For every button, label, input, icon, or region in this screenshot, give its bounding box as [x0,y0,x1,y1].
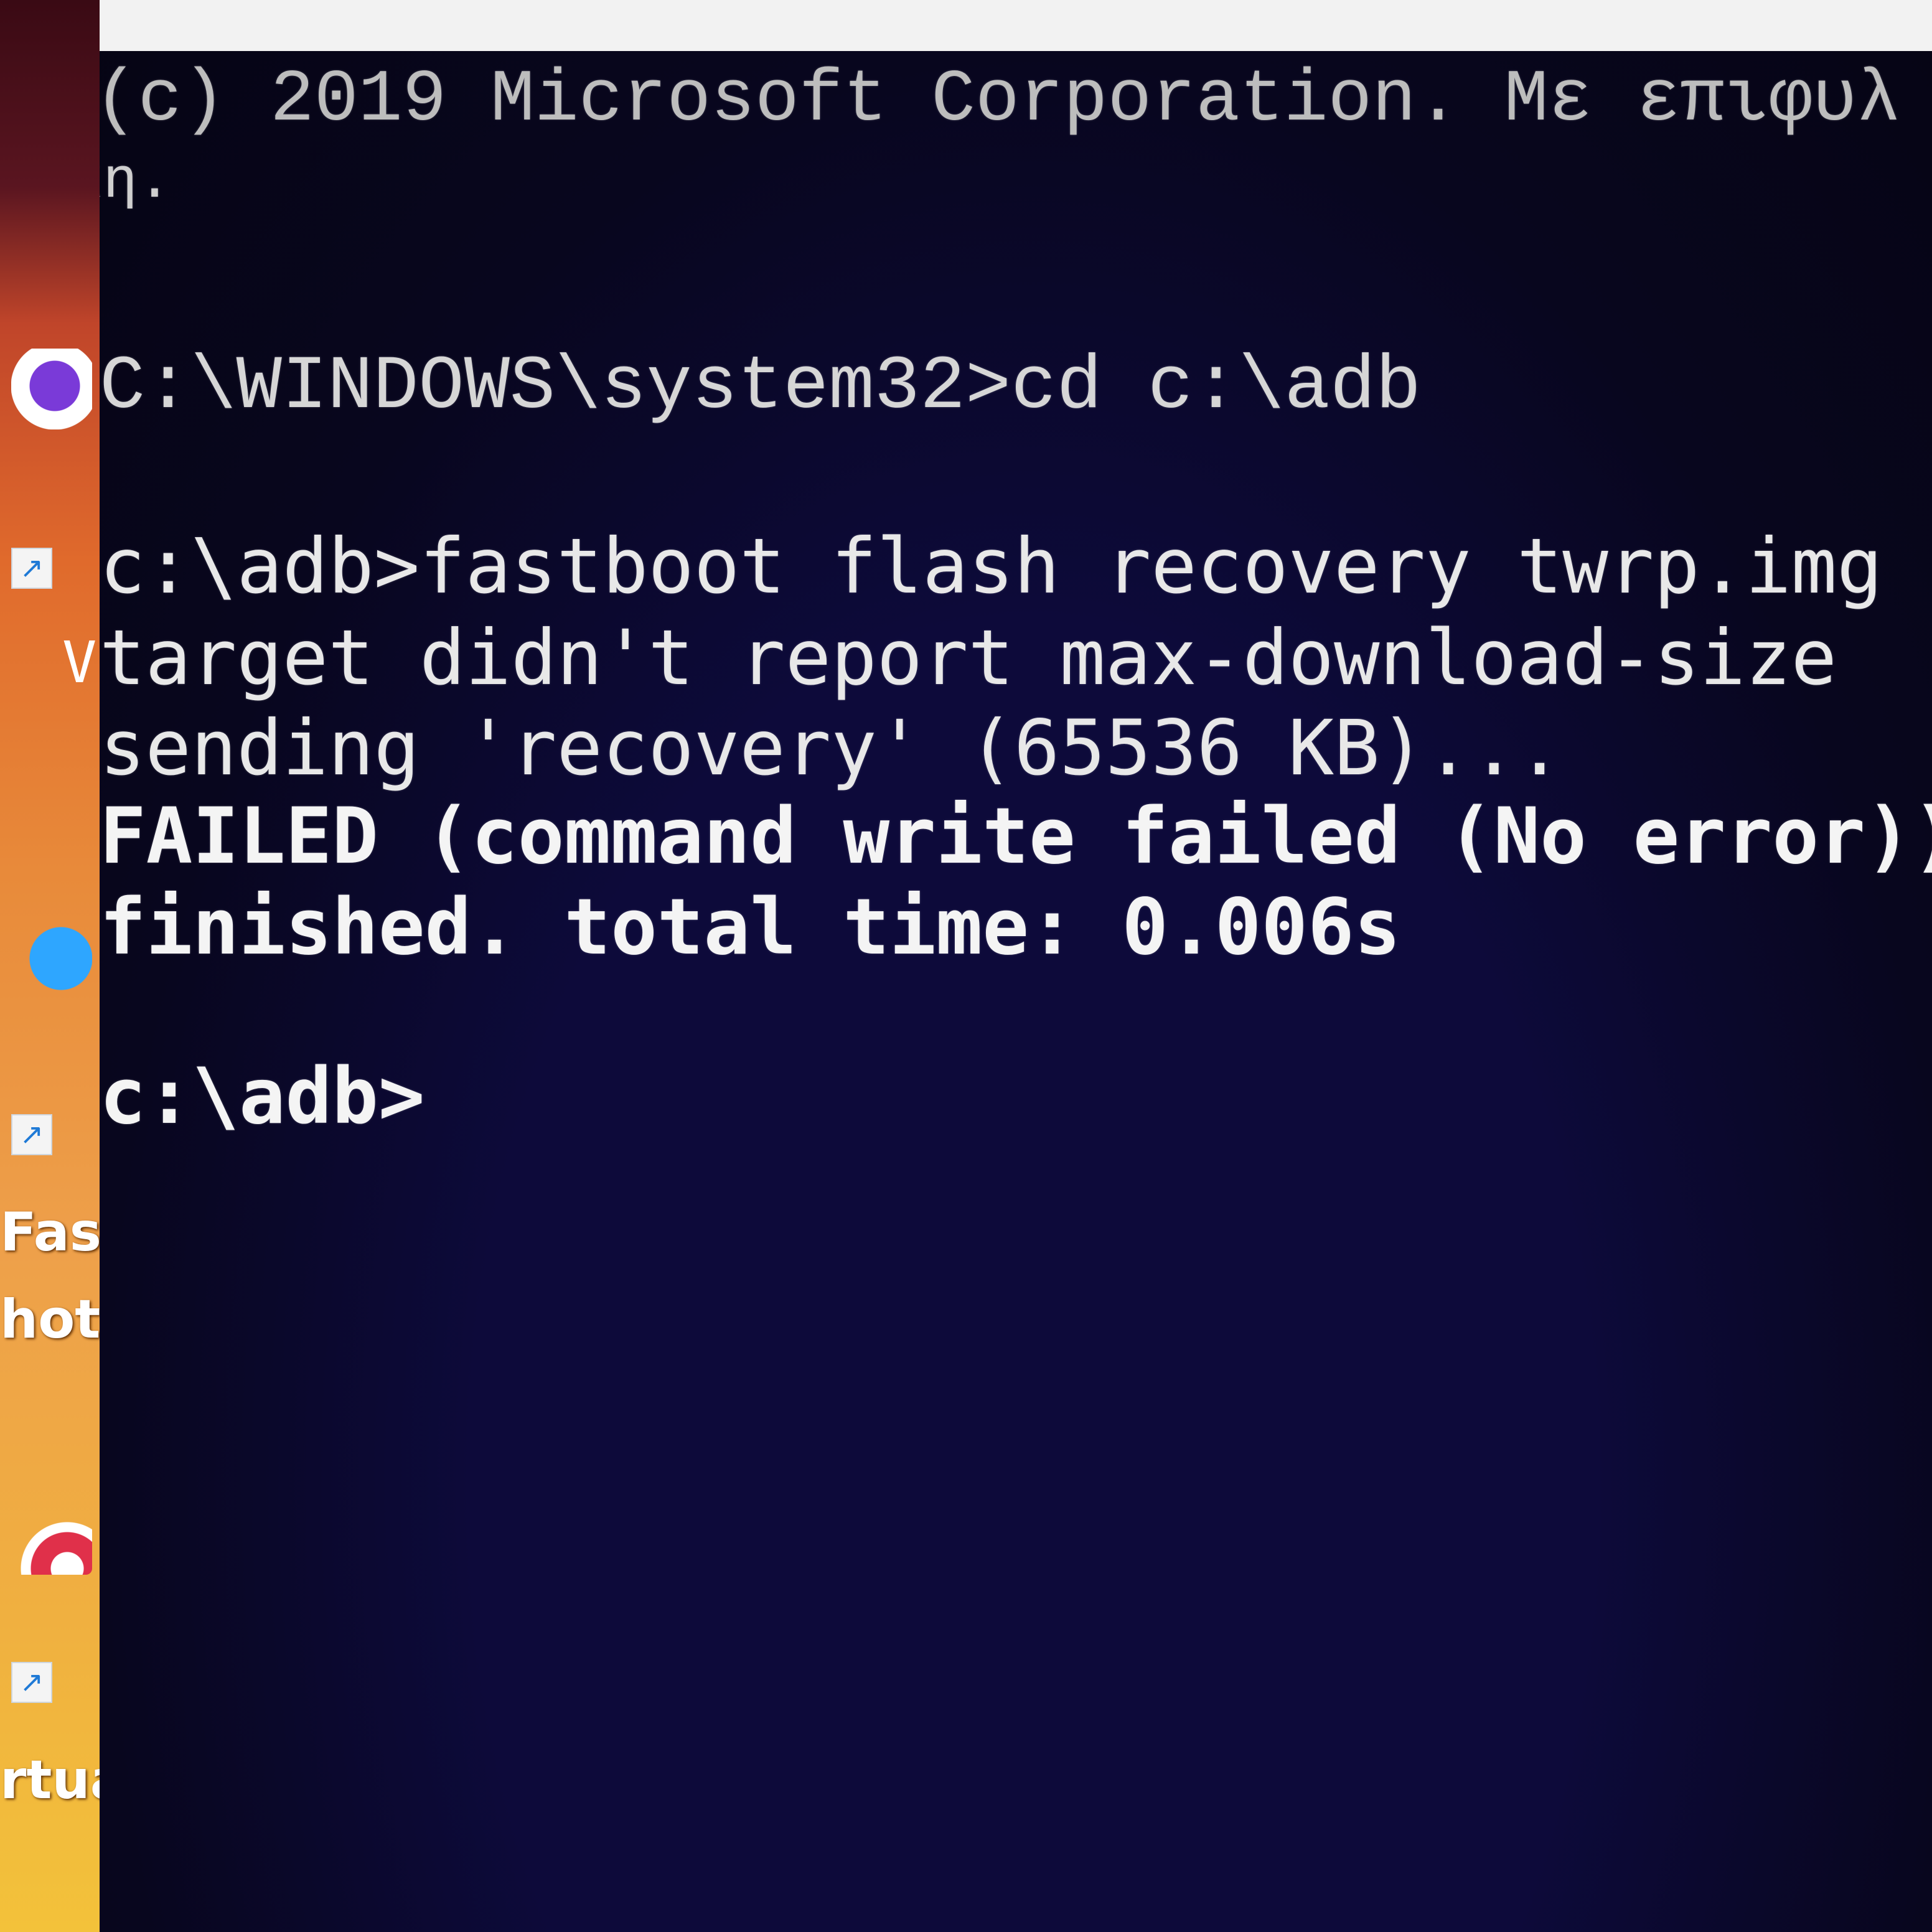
finished-output-line: finished. total time: 0.006s [100,883,1401,972]
target-output-line: target didn't report max-download-size [100,614,1837,702]
copyright-line: K(c) 2019 Microsoft Corporation. Με επιφ… [100,59,1902,142]
screen: ↗ ↗ Fas hot ↗ rtua V K(c) 2019 Microsoft… [0,0,1932,1932]
shortcut-label[interactable]: Fas [0,1201,100,1264]
cd-command-line: C:\WINDOWS\system32>cd c:\adb [100,344,1422,430]
fastboot-command-line: c:\adb>fastboot flash recovery twrp.img [100,522,1883,611]
shortcut-arrow-icon: ↗ [11,1662,52,1703]
desktop-background: ↗ ↗ Fas hot ↗ rtua V [0,0,100,1932]
command-prompt-input[interactable]: c:\adb> [100,1053,425,1140]
sending-output-line: sending 'recovery' (65536 KB)... [100,704,1563,792]
shortcut-label[interactable]: rtua [0,1749,100,1811]
failed-output-line: FAILED (command write failed (No error)) [100,792,1932,881]
app-shortcut-icon[interactable] [11,921,92,1002]
shortcut-label[interactable]: hot [0,1288,100,1351]
copyright-line-tail: νακη. [100,149,172,214]
app-shortcut-icon[interactable] [11,349,92,429]
window-titlebar[interactable] [100,0,1932,51]
command-prompt-console[interactable]: K(c) 2019 Microsoft Corporation. Με επιφ… [100,51,1932,1932]
stray-text: V [62,629,97,696]
shortcut-arrow-icon: ↗ [11,548,52,589]
app-shortcut-icon[interactable] [11,1494,92,1575]
shortcut-arrow-icon: ↗ [11,1114,52,1155]
